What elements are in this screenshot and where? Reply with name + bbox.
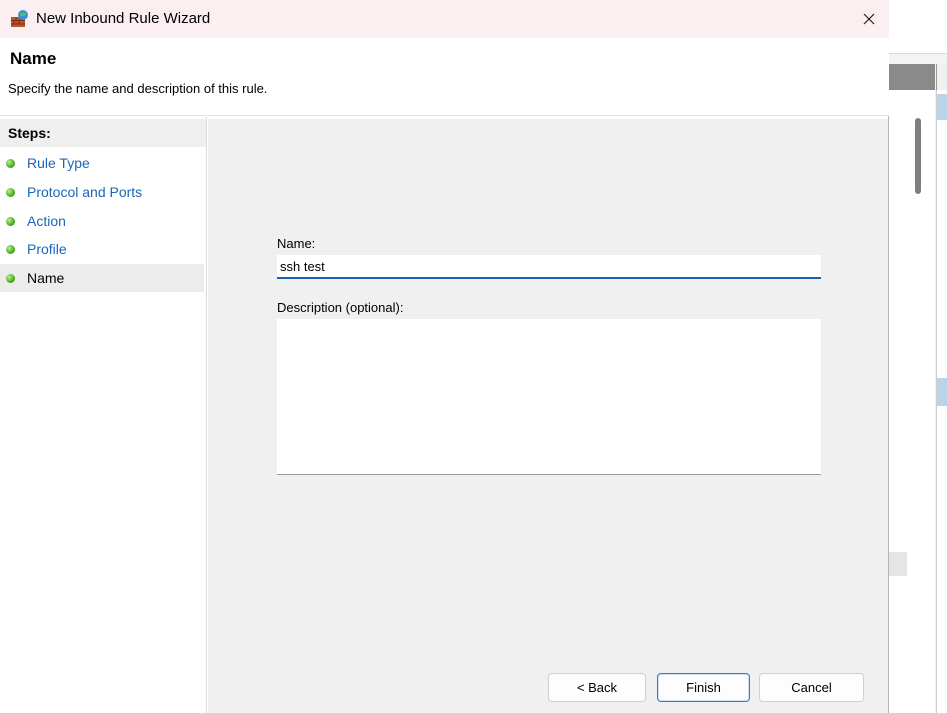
green-dot-icon bbox=[6, 244, 15, 254]
background-column-header bbox=[889, 64, 935, 90]
description-label: Description (optional): bbox=[277, 300, 404, 315]
content-panel: Name: Description (optional): < Back Fin… bbox=[208, 117, 888, 713]
step-rule-type[interactable]: Rule Type bbox=[0, 149, 204, 177]
steps-panel: Steps: Rule Type Protocol and Ports Acti… bbox=[0, 117, 207, 713]
step-label: Name bbox=[27, 270, 65, 286]
green-dot-icon bbox=[6, 187, 15, 197]
background-scrollbar[interactable] bbox=[915, 118, 921, 194]
background-actions-section bbox=[937, 378, 947, 406]
steps-title: Steps: bbox=[0, 119, 206, 147]
step-label: Profile bbox=[27, 241, 67, 257]
back-button[interactable]: < Back bbox=[548, 673, 646, 702]
background-toolbar bbox=[889, 0, 947, 54]
step-label: Rule Type bbox=[27, 155, 90, 171]
green-dot-icon bbox=[6, 216, 15, 226]
step-name: Name bbox=[0, 264, 204, 292]
step-action[interactable]: Action bbox=[0, 207, 204, 235]
page-subtitle: Specify the name and description of this… bbox=[8, 81, 268, 96]
background-window bbox=[889, 0, 947, 713]
description-input[interactable] bbox=[277, 319, 821, 475]
wizard-window: New Inbound Rule Wizard Name Specify the… bbox=[0, 0, 889, 713]
close-icon bbox=[863, 13, 874, 25]
firewall-rule-icon bbox=[10, 9, 30, 29]
name-label: Name: bbox=[277, 236, 316, 251]
background-actions-header bbox=[936, 64, 947, 90]
page-title: Name bbox=[10, 49, 57, 68]
window-title: New Inbound Rule Wizard bbox=[36, 10, 211, 27]
close-button[interactable] bbox=[848, 0, 889, 38]
background-actions-section bbox=[937, 94, 947, 120]
finish-button[interactable]: Finish bbox=[657, 673, 750, 702]
name-input[interactable] bbox=[277, 255, 821, 279]
title-bar: New Inbound Rule Wizard bbox=[0, 0, 889, 38]
step-label: Protocol and Ports bbox=[27, 184, 143, 200]
wizard-header: Name Specify the name and description of… bbox=[0, 38, 889, 116]
cancel-button[interactable]: Cancel bbox=[759, 673, 864, 702]
step-profile[interactable]: Profile bbox=[0, 235, 204, 263]
background-list-row bbox=[889, 552, 907, 576]
green-dot-icon bbox=[6, 273, 15, 283]
step-label: Action bbox=[27, 213, 66, 229]
step-protocol-and-ports[interactable]: Protocol and Ports bbox=[0, 178, 204, 206]
green-dot-icon bbox=[6, 158, 15, 168]
background-list bbox=[889, 90, 935, 713]
